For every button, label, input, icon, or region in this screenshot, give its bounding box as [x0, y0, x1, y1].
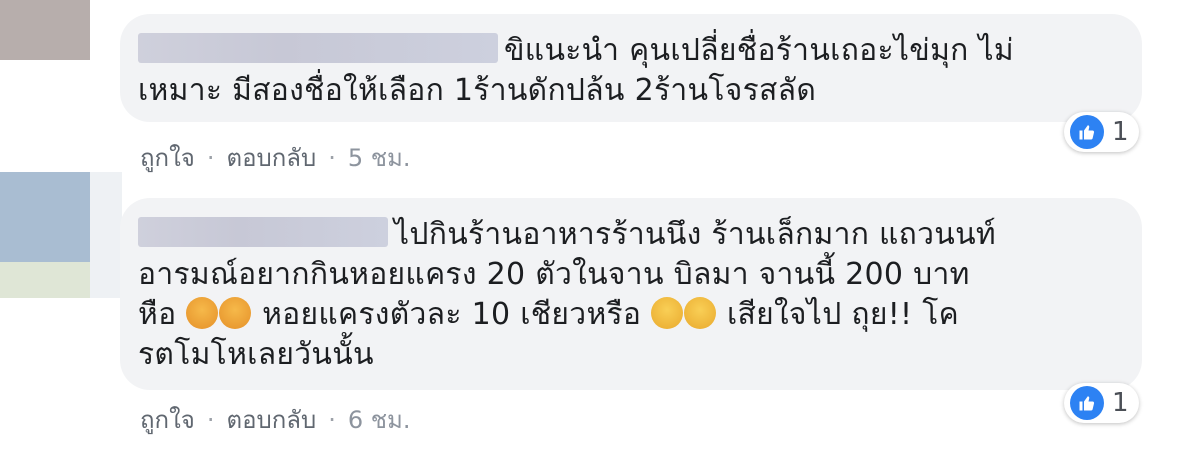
thumbs-up-icon-glyph: [1079, 396, 1095, 411]
comment-line: ขิแนะนำ คุนเปลี่ยชื่อร้านเถอะไข่มุก ไม่: [138, 31, 1120, 71]
comment-text-segment: ขิแนะนำ คุนเปลี่ยชื่อร้านเถอะไข่มุก ไม่: [504, 33, 1014, 68]
reply-link[interactable]: ตอบกลับ: [226, 406, 316, 434]
avatar-image-bottom: [0, 262, 90, 298]
like-link[interactable]: ถูกใจ: [140, 144, 195, 172]
reaction-count: 1: [1112, 388, 1129, 418]
comment-line: รตโมโหเลยวันนั้น: [138, 337, 374, 372]
comment-text-segment: หอยแครงตัวละ 10 เชียวหรือ: [262, 297, 642, 332]
separator: ·: [206, 144, 215, 172]
angry-face-emoji: [186, 297, 219, 329]
comment-text: ขิแนะนำ คุนเปลี่ยชื่อร้านเถอะไข่มุก ไม่ …: [138, 31, 1120, 111]
reaction-summary[interactable]: 1: [1064, 112, 1139, 152]
angry-face-emoji: [219, 297, 252, 329]
comment-timestamp[interactable]: 6 ชม.: [348, 406, 411, 434]
avatar[interactable]: [0, 0, 90, 60]
comment-thread: ขิแนะนำ คุนเปลี่ยชื่อร้านเถอะไข่มุก ไม่ …: [0, 0, 1200, 466]
tears-of-joy-emoji: [651, 297, 684, 329]
comment-actions: ถูกใจ · ตอบกลับ · 6 ชม.: [140, 400, 410, 439]
avatar-image-edge: [90, 172, 122, 298]
separator: ·: [206, 406, 215, 434]
comment-line: เหมาะ มีสองชื่อให้เลือก 1ร้านดักปล้น 2ร้…: [138, 73, 817, 108]
reaction-summary[interactable]: 1: [1064, 383, 1139, 423]
thumbs-up-icon-glyph: [1079, 125, 1095, 140]
separator: ·: [328, 144, 336, 172]
comment-line: อารมณ์อยากกินหอยแครง 20 ตัวในจาน บิลมา จ…: [138, 257, 970, 292]
like-link[interactable]: ถูกใจ: [140, 406, 195, 434]
commenter-name-redacted[interactable]: [138, 216, 388, 247]
comment-bubble: ขิแนะนำ คุนเปลี่ยชื่อร้านเถอะไข่มุก ไม่ …: [120, 14, 1142, 122]
thumbs-up-icon: [1070, 115, 1104, 149]
reaction-count: 1: [1112, 117, 1129, 147]
comment-timestamp[interactable]: 5 ชม.: [348, 144, 411, 172]
comment-text-segment: หือ: [138, 297, 177, 332]
comment-line: ไปกินร้านอาหารร้านนึง ร้านเล็กมาก แถวนนท…: [138, 215, 1120, 255]
comment-line: หือ หอยแครงตัวละ 10 เชียวหรือ เสียใจไป ถ…: [138, 295, 1120, 335]
separator: ·: [328, 406, 336, 434]
comment-bubble: ไปกินร้านอาหารร้านนึง ร้านเล็กมาก แถวนนท…: [120, 198, 1142, 390]
avatar[interactable]: [0, 172, 122, 298]
thumbs-up-icon: [1070, 386, 1104, 420]
comment-text-segment: ไปกินร้านอาหารร้านนึง ร้านเล็กมาก แถวนนท…: [394, 217, 996, 252]
avatar-image: [0, 172, 90, 262]
commenter-name-redacted[interactable]: [138, 32, 498, 63]
reply-link[interactable]: ตอบกลับ: [226, 144, 316, 172]
comment-text-segment: เสียใจไป ถุย!! โค: [726, 297, 959, 332]
comment-text: ไปกินร้านอาหารร้านนึง ร้านเล็กมาก แถวนนท…: [138, 215, 1120, 375]
comment-actions: ถูกใจ · ตอบกลับ · 5 ชม.: [140, 138, 410, 177]
tears-of-joy-emoji: [684, 297, 717, 329]
